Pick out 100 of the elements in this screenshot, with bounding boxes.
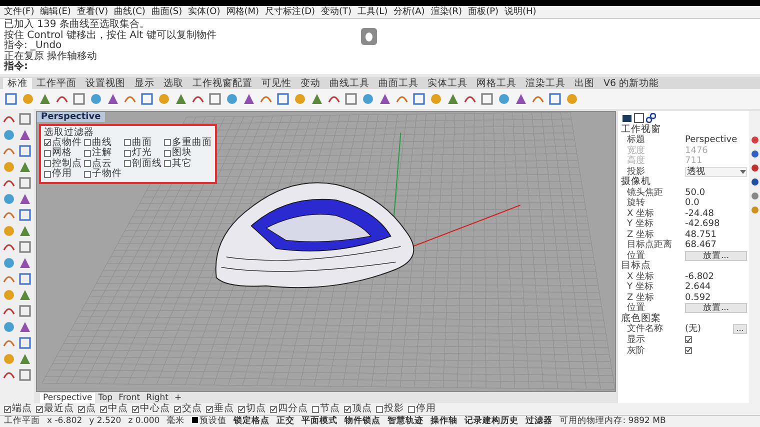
toolbar-tool-icon[interactable] bbox=[72, 92, 86, 106]
tool-icon[interactable] bbox=[18, 192, 32, 206]
checkbox[interactable] bbox=[685, 336, 692, 343]
tool-icon[interactable] bbox=[18, 224, 32, 238]
viewport-tab[interactable]: Perspective bbox=[40, 392, 96, 402]
menu-item[interactable]: 工具(L) bbox=[358, 6, 388, 18]
checkbox[interactable] bbox=[100, 406, 107, 412]
toolbar-tool-icon[interactable] bbox=[497, 92, 511, 106]
toolbar-tool-icon[interactable] bbox=[38, 92, 52, 106]
menu-item[interactable]: 分析(A) bbox=[394, 6, 425, 18]
tool-icon[interactable] bbox=[2, 128, 16, 142]
property-value[interactable]: -6.802 bbox=[685, 272, 747, 282]
checkbox[interactable] bbox=[84, 150, 91, 157]
menu-item[interactable]: 文件(F) bbox=[4, 6, 34, 18]
status-toggle[interactable]: 平面模式 bbox=[302, 416, 338, 427]
property-value[interactable]: 50.0 bbox=[685, 188, 747, 198]
tool-icon[interactable] bbox=[18, 304, 32, 318]
property-value[interactable]: Perspective bbox=[685, 135, 747, 146]
menu-item[interactable]: 变动(T) bbox=[321, 6, 352, 18]
tool-icon[interactable] bbox=[18, 368, 32, 382]
menu-item[interactable]: 编辑(E) bbox=[40, 6, 71, 18]
tool-icon[interactable] bbox=[18, 336, 32, 350]
checkbox[interactable] bbox=[312, 406, 319, 412]
checkbox[interactable] bbox=[164, 150, 171, 157]
status-toggle[interactable]: 正交 bbox=[276, 416, 295, 427]
checkbox[interactable] bbox=[124, 150, 131, 157]
checkbox[interactable] bbox=[206, 406, 213, 412]
toolbar-tab[interactable]: 标准 bbox=[3, 78, 32, 88]
toolbar-tool-icon[interactable] bbox=[4, 92, 18, 106]
checkbox[interactable] bbox=[4, 406, 11, 412]
toolbar-tool-icon[interactable] bbox=[140, 92, 154, 106]
window-icon[interactable] bbox=[634, 112, 644, 122]
checkbox[interactable] bbox=[78, 406, 85, 412]
menu-item[interactable]: 实体(O) bbox=[188, 6, 220, 18]
toolbar-tool-icon[interactable] bbox=[344, 92, 358, 106]
toolbar-tool-icon[interactable] bbox=[208, 92, 222, 106]
toolbar-tab[interactable]: 曲面工具 bbox=[374, 78, 423, 88]
menu-item[interactable]: 说明(H) bbox=[504, 6, 536, 18]
property-value[interactable]: -42.698 bbox=[685, 219, 747, 230]
checkbox[interactable] bbox=[685, 346, 692, 354]
place-button[interactable]: 放置... bbox=[685, 250, 747, 261]
menu-item[interactable]: 查看(V) bbox=[76, 6, 108, 18]
viewport-tab[interactable]: Front bbox=[116, 392, 144, 402]
menu-item[interactable]: 网格(M) bbox=[226, 6, 260, 18]
tool-icon[interactable] bbox=[2, 320, 16, 334]
menu-item[interactable]: 面板(P) bbox=[468, 6, 499, 18]
tool-icon[interactable] bbox=[18, 128, 32, 142]
property-value[interactable]: 2.644 bbox=[685, 282, 747, 292]
toolbar-tab[interactable]: 网格工具 bbox=[472, 78, 521, 88]
checkbox[interactable] bbox=[238, 406, 245, 412]
toolbar-tab[interactable]: 选取 bbox=[159, 78, 188, 88]
toolbar-tab[interactable]: 实体工具 bbox=[423, 78, 472, 88]
command-prompt[interactable]: 指令: bbox=[4, 62, 28, 72]
dropdown-field[interactable]: 透视 bbox=[685, 166, 747, 177]
status-toggle[interactable]: 操作轴 bbox=[430, 416, 458, 427]
checkbox[interactable] bbox=[132, 406, 139, 412]
tool-icon[interactable] bbox=[18, 320, 32, 334]
tool-icon[interactable] bbox=[18, 112, 32, 126]
checkbox[interactable] bbox=[44, 150, 51, 157]
link-icon[interactable] bbox=[646, 112, 656, 122]
checkbox[interactable] bbox=[344, 406, 351, 412]
tool-icon[interactable] bbox=[18, 272, 32, 286]
property-value[interactable]: 0.592 bbox=[685, 292, 747, 303]
checkbox[interactable] bbox=[164, 160, 171, 168]
viewport-tab[interactable]: Top bbox=[95, 392, 116, 402]
tool-icon[interactable] bbox=[18, 160, 32, 174]
toolbar-tool-icon[interactable] bbox=[446, 92, 460, 106]
app-icon[interactable] bbox=[361, 28, 377, 45]
menu-item[interactable]: 曲面(S) bbox=[151, 6, 182, 18]
tool-icon[interactable] bbox=[18, 256, 32, 270]
property-value[interactable]: 48.751 bbox=[685, 230, 747, 240]
tool-icon[interactable] bbox=[18, 208, 32, 222]
tool-icon[interactable] bbox=[18, 240, 32, 254]
toolbar-tab[interactable]: 变动 bbox=[296, 78, 325, 88]
menu-item[interactable]: 尺寸标注(D) bbox=[265, 6, 316, 18]
checkbox[interactable] bbox=[270, 406, 277, 412]
status-toggle[interactable]: 过滤器 bbox=[526, 416, 553, 427]
toolbar-tool-icon[interactable] bbox=[106, 92, 120, 106]
toolbar-tool-icon[interactable] bbox=[548, 92, 562, 106]
toolbar-tool-icon[interactable] bbox=[378, 92, 392, 106]
checkbox[interactable] bbox=[84, 170, 91, 178]
checkbox[interactable] bbox=[36, 406, 43, 412]
checkbox[interactable] bbox=[174, 406, 181, 412]
property-value[interactable]: 0.0 bbox=[685, 198, 747, 208]
layer-indicator[interactable]: 预设值 bbox=[192, 416, 227, 427]
toolbar-tool-icon[interactable] bbox=[480, 92, 494, 106]
checkbox[interactable] bbox=[124, 139, 131, 146]
property-value[interactable]: 68.467 bbox=[685, 240, 747, 250]
toolbar-tab[interactable]: 工作平面 bbox=[32, 78, 81, 88]
property-value[interactable]: -24.48 bbox=[685, 208, 747, 219]
tool-icon[interactable] bbox=[18, 352, 32, 366]
browse-button[interactable]: ... bbox=[733, 324, 747, 334]
toolbar-tab[interactable]: 显示 bbox=[130, 78, 159, 88]
tool-icon[interactable] bbox=[2, 192, 16, 206]
toolbar-tab[interactable]: 工作视窗配置 bbox=[188, 78, 257, 88]
place-button[interactable]: 放置... bbox=[685, 303, 747, 314]
toolbar-tool-icon[interactable] bbox=[225, 92, 239, 106]
status-toggle[interactable]: 锁定格点 bbox=[234, 416, 270, 427]
checkbox[interactable] bbox=[44, 139, 51, 146]
toolbar-tab[interactable]: 渲染工具 bbox=[521, 78, 570, 88]
